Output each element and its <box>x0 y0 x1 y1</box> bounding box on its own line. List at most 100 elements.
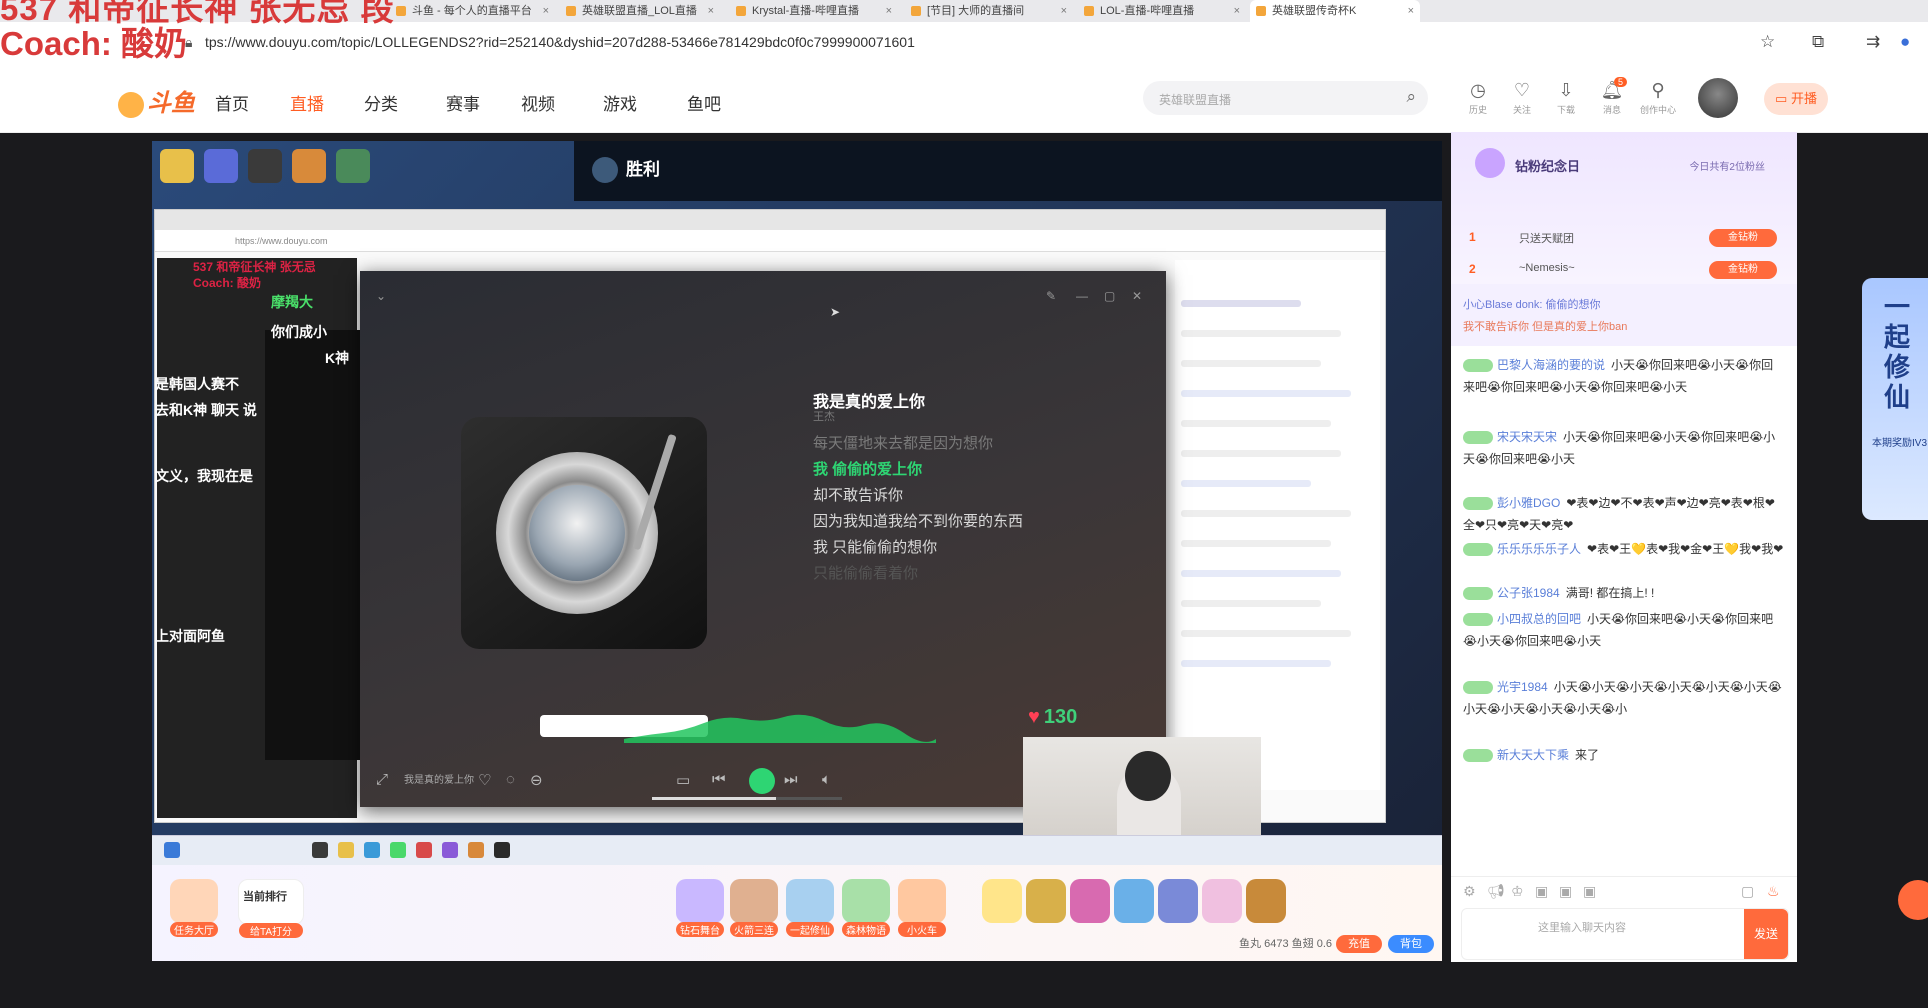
taskbar-app-icon <box>468 842 484 858</box>
messages-button[interactable]: 🔔︎ 5 消息 <box>1594 77 1630 116</box>
chat-nick[interactable]: 彭小雅DGO <box>1497 496 1560 510</box>
gift-item[interactable]: 一起修仙 <box>786 879 834 937</box>
inner-chat-row <box>1181 630 1351 637</box>
close-icon[interactable]: × <box>886 0 892 22</box>
close-icon[interactable]: × <box>1234 0 1240 22</box>
gift-item[interactable] <box>982 879 1022 923</box>
start-live-button[interactable]: ▭ 开播 <box>1764 83 1828 115</box>
volume-icon[interactable]: 🔈︎ <box>822 771 831 788</box>
chat-nick[interactable]: 新大天大下乘 <box>1497 748 1569 762</box>
chat-nick[interactable]: 巴黎人海涵的要的说 <box>1497 358 1605 372</box>
nav-live[interactable]: 直播 <box>290 90 324 115</box>
expand-icon[interactable]: ⤢ <box>376 771 388 788</box>
recharge-button[interactable]: 充值 <box>1336 935 1382 953</box>
gift-item[interactable] <box>1246 879 1286 923</box>
site-header: 斗鱼 首页 直播 分类 赛事 视频 游戏 鱼吧 英雄联盟直播 ⌕ ◷ 历史 ♡ 关注… <box>0 66 1928 133</box>
chat-message: 小四叔总的回吧 小天😭你回来吧😭小天😭你回来吧😭小天😭你回来吧😭小天 <box>1463 608 1785 652</box>
close-icon[interactable]: × <box>543 0 549 22</box>
progress-bar[interactable] <box>652 797 842 800</box>
sidebar-icon[interactable]: ⇉ <box>1866 32 1880 52</box>
douyu-logo[interactable]: 斗鱼 <box>118 83 195 118</box>
nav-events[interactable]: 赛事 <box>446 90 480 115</box>
search-box[interactable]: 英雄联盟直播 ⌕ <box>1143 81 1428 115</box>
download-button[interactable]: ⇩ 下载 <box>1548 80 1584 116</box>
inner-chat-row <box>1181 450 1341 457</box>
history-button[interactable]: ◷ 历史 <box>1460 80 1496 116</box>
task-hall-button[interactable]: 任务大厅 <box>170 879 218 937</box>
rank-score-button[interactable]: 当前排行 给TA打分 <box>238 879 304 938</box>
event-promo-banner[interactable]: 一起修仙 本期奖励IV3 <box>1862 278 1928 520</box>
layout-icon[interactable]: ▢ <box>1741 883 1754 900</box>
fire-icon[interactable]: ♨ <box>1767 883 1780 900</box>
nav-games[interactable]: 游戏 <box>603 90 637 115</box>
like-counter[interactable]: ♥ 130 <box>1028 706 1077 729</box>
chat-nick[interactable]: 小四叔总的回吧 <box>1497 612 1581 626</box>
megaphone-icon[interactable]: 📢︎ <box>1487 883 1505 900</box>
search-icon[interactable]: ⌕ <box>1406 87 1416 107</box>
crown-icon[interactable]: ♔ <box>1511 883 1524 900</box>
creator-center-button[interactable]: ⚲ 创作中心 <box>1640 80 1676 116</box>
gift-item[interactable]: 小火车 <box>898 879 946 937</box>
browser-tab[interactable]: Krystal-直播-哔哩直播 × <box>730 0 898 22</box>
close-icon[interactable]: × <box>1061 0 1067 22</box>
previous-icon[interactable]: ⏮ <box>712 771 726 788</box>
browser-tab-active[interactable]: 英雄联盟传奇杯K × <box>1250 0 1420 22</box>
gift-item[interactable] <box>1070 879 1110 923</box>
next-icon[interactable]: ⏭ <box>784 771 798 788</box>
gift-item[interactable] <box>1114 879 1154 923</box>
chat-nick[interactable]: 乐乐乐乐乐子人 <box>1497 542 1581 556</box>
close-icon[interactable]: × <box>708 0 714 22</box>
browser-tab[interactable]: 斗鱼 - 每个人的直播平台 × <box>390 0 555 22</box>
bag-icon[interactable]: ▣ <box>1583 883 1596 900</box>
extensions-icon[interactable]: ⧉ <box>1812 32 1824 52</box>
star-icon[interactable]: ☆ <box>1760 32 1775 52</box>
play-pause-button[interactable] <box>749 768 775 794</box>
emoji-icon[interactable]: ▣ <box>1535 883 1548 900</box>
browser-tab[interactable]: 英雄联盟直播_LOL直播 × <box>560 0 720 22</box>
like-icon[interactable]: ♡ <box>478 771 491 789</box>
fan-rank-row[interactable]: 2 ~Nemesis~ 金钻粉 <box>1469 256 1791 284</box>
floating-action-icon[interactable] <box>1898 880 1928 920</box>
close-icon[interactable]: × <box>1408 0 1414 22</box>
user-avatar[interactable] <box>1698 78 1738 118</box>
inner-overlay-title: 537 和帝征长神 张无忌 <box>193 260 316 274</box>
follow-button[interactable]: ♡ 关注 <box>1504 80 1540 116</box>
gift-item[interactable] <box>1202 879 1242 923</box>
fan-rank-row[interactable]: 1 只送天赋团 金钻粉 <box>1469 224 1791 252</box>
messages-label: 消息 <box>1602 105 1621 115</box>
send-button[interactable]: 发送 <box>1744 909 1788 959</box>
close-icon[interactable]: ✕ <box>1132 289 1142 303</box>
image-icon[interactable]: ▣ <box>1559 883 1572 900</box>
gift-item[interactable]: 森林物语 <box>842 879 890 937</box>
backpack-button[interactable]: 背包 <box>1388 935 1434 953</box>
gift-label: 火箭三连 <box>730 922 778 937</box>
game-result-title: 胜利 <box>626 160 660 179</box>
nav-home[interactable]: 首页 <box>215 90 249 115</box>
fan-badge <box>1463 749 1493 763</box>
nav-video[interactable]: 视频 <box>521 90 555 115</box>
pinned-message: 小心Blase donk: 偷偷的想你 我不敢告诉你 但是真的爱上你ban <box>1451 284 1797 346</box>
minimize-icon[interactable]: — <box>1076 289 1088 303</box>
comment-icon[interactable]: ◌ <box>506 771 515 788</box>
nav-fishbar[interactable]: 鱼吧 <box>687 90 721 115</box>
browser-tab[interactable]: [节目] 大师的直播间 × <box>905 0 1073 22</box>
chat-nick[interactable]: 公子张1984 <box>1497 586 1560 600</box>
gift-item[interactable] <box>1026 879 1066 923</box>
maximize-icon[interactable]: ▢ <box>1104 289 1115 303</box>
profile-icon[interactable]: ● <box>1900 32 1910 52</box>
settings-icon[interactable]: ⚙ <box>1463 883 1476 900</box>
nav-category[interactable]: 分类 <box>364 90 398 115</box>
chat-nick[interactable]: 光宇1984 <box>1497 680 1548 694</box>
more-icon[interactable]: ⊖ <box>530 771 543 789</box>
gift-item[interactable]: 钻石舞台 <box>676 879 724 937</box>
url-field[interactable]: tps://www.douyu.com/topic/LOLLEGENDS2?ri… <box>205 34 915 50</box>
browser-tab[interactable]: LOL-直播-哔哩直播 × <box>1078 0 1246 22</box>
chat-input[interactable]: 这里输入聊天内容 发送 <box>1461 908 1789 960</box>
gift-item[interactable] <box>1158 879 1198 923</box>
gift-item[interactable]: 火箭三连 <box>730 879 778 937</box>
inner-chat-row <box>1181 300 1301 307</box>
collapse-icon[interactable]: ⌄ <box>376 289 386 303</box>
chat-nick[interactable]: 宋天宋天宋 <box>1497 430 1557 444</box>
loop-icon[interactable]: ▭ <box>676 771 690 789</box>
edit-icon[interactable]: ✎ <box>1046 289 1056 303</box>
